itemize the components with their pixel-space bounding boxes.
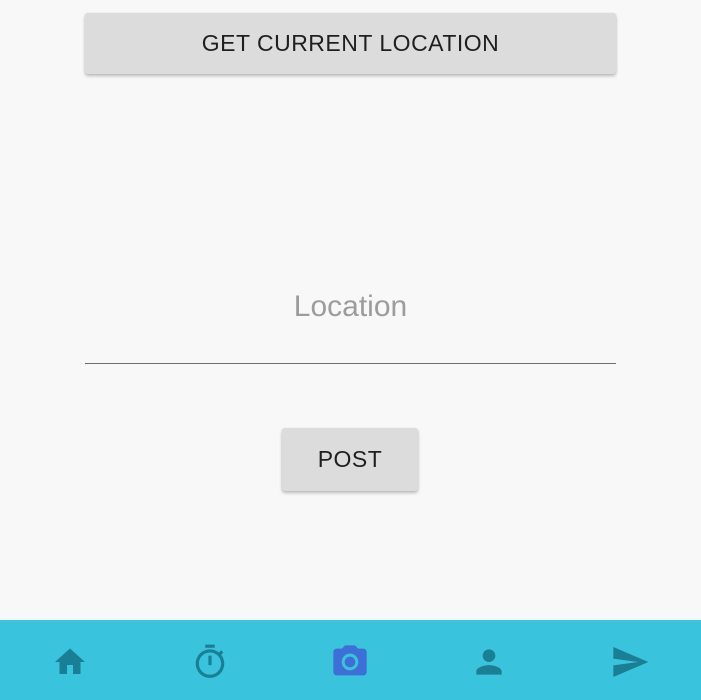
nav-item-profile[interactable] xyxy=(467,640,511,684)
bottom-navigation-bar xyxy=(0,620,701,700)
post-button[interactable]: POST xyxy=(282,428,418,491)
nav-item-camera[interactable] xyxy=(328,640,372,684)
timer-icon xyxy=(195,644,225,678)
get-current-location-button[interactable]: GET CURRENT LOCATION xyxy=(85,13,616,74)
nav-item-timer[interactable] xyxy=(188,640,232,684)
location-input[interactable] xyxy=(85,270,616,364)
camera-icon xyxy=(333,645,367,676)
nav-item-home[interactable] xyxy=(48,640,92,684)
send-icon xyxy=(613,647,649,677)
home-icon xyxy=(55,648,85,674)
person-icon xyxy=(476,649,502,675)
nav-item-send[interactable] xyxy=(608,640,652,684)
location-field xyxy=(85,270,616,365)
